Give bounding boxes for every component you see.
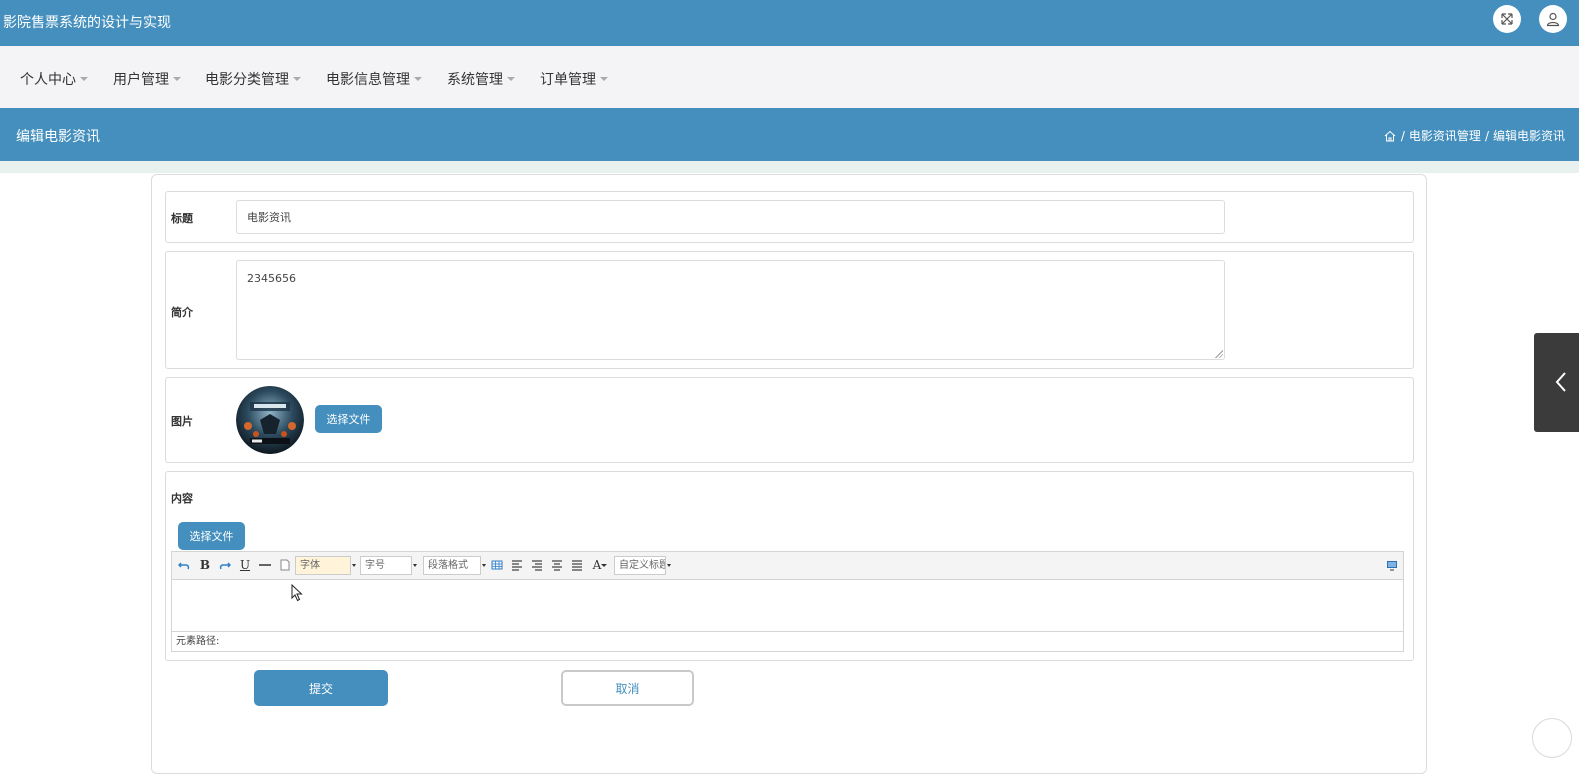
bold-button[interactable]: B <box>198 558 212 572</box>
mouse-cursor-icon <box>291 584 303 602</box>
dropdown-arrow-icon <box>350 557 357 574</box>
nav-item-orders[interactable]: 订单管理 <box>540 69 608 89</box>
movie-poster-thumbnail <box>236 386 304 454</box>
horizontal-rule-icon[interactable] <box>258 558 272 572</box>
image-label: 图片 <box>171 415 193 428</box>
dropdown-arrow-icon <box>665 557 672 574</box>
breadcrumb-parent[interactable]: 电影资讯管理 <box>1409 127 1481 144</box>
rich-text-editor: B U 字体 字号 段落格式 A 自定义标题 元素路径: <box>171 551 1404 652</box>
align-left-icon[interactable] <box>510 558 524 572</box>
summary-text: 2345656 <box>247 272 296 285</box>
caret-down-icon <box>173 77 181 81</box>
breadcrumb-separator: / <box>1400 128 1405 143</box>
content-choose-file-button[interactable]: 选择文件 <box>178 522 245 550</box>
user-icon <box>1546 12 1560 27</box>
font-color-dropdown-icon[interactable] <box>600 558 608 572</box>
cancel-button[interactable]: 取消 <box>561 670 694 706</box>
caret-down-icon <box>414 77 422 81</box>
editor-content-area[interactable] <box>172 580 1403 632</box>
nav-item-movie-category[interactable]: 电影分类管理 <box>205 69 301 89</box>
undo-icon[interactable] <box>177 558 191 572</box>
summary-textarea[interactable]: 2345656 <box>236 260 1225 360</box>
main-nav: 个人中心 用户管理 电影分类管理 电影信息管理 系统管理 订单管理 <box>0 46 1579 108</box>
font-family-select[interactable]: 字体 <box>295 556 356 575</box>
app-title: 影院售票系统的设计与实现 <box>3 15 171 31</box>
summary-label: 简介 <box>171 306 193 319</box>
image-choose-file-button[interactable]: 选择文件 <box>315 405 382 433</box>
breadcrumb-separator: / <box>1484 128 1489 143</box>
page-header: 编辑电影资讯 / 电影资讯管理 / 编辑电影资讯 <box>0 108 1579 161</box>
align-right-icon[interactable] <box>530 558 544 572</box>
align-justify-icon[interactable] <box>570 558 584 572</box>
breadcrumb-current: 编辑电影资讯 <box>1492 129 1565 143</box>
submit-button[interactable]: 提交 <box>254 670 388 706</box>
home-icon[interactable] <box>1384 130 1396 142</box>
align-center-icon[interactable] <box>550 558 564 572</box>
resize-handle[interactable] <box>1215 350 1223 358</box>
underline-button[interactable]: U <box>238 558 252 572</box>
caret-down-icon <box>600 77 608 81</box>
custom-title-select[interactable]: 自定义标题 <box>614 556 671 575</box>
nav-item-personal-center[interactable]: 个人中心 <box>20 69 88 89</box>
table-icon[interactable] <box>490 558 504 572</box>
breadcrumb: / 电影资讯管理 / 编辑电影资讯 <box>1384 127 1569 144</box>
content-label: 内容 <box>171 492 193 505</box>
form-row-summary: 简介 2345656 <box>165 251 1414 369</box>
paragraph-format-select[interactable]: 段落格式 <box>423 556 486 575</box>
form-row-title: 标题 <box>165 191 1414 243</box>
divider-strip <box>0 161 1579 173</box>
nav-item-system[interactable]: 系统管理 <box>447 69 515 89</box>
caret-down-icon <box>507 77 515 81</box>
dropdown-arrow-icon <box>411 557 418 574</box>
element-path-bar: 元素路径: <box>172 631 1403 651</box>
chevron-left-icon <box>1555 372 1566 392</box>
form-row-image: 图片 选择文件 <box>165 377 1414 463</box>
dropdown-arrow-icon <box>480 557 487 574</box>
form-row-content: 内容 选择文件 B U 字体 字号 段落格式 A 自定义标题 元素路径: <box>165 471 1414 661</box>
floating-circle-button[interactable] <box>1532 718 1572 758</box>
fullscreen-button[interactable] <box>1493 5 1521 33</box>
side-panel-toggle[interactable] <box>1534 333 1579 432</box>
page-icon[interactable] <box>278 558 292 572</box>
caret-down-icon <box>293 77 301 81</box>
caret-down-icon <box>80 77 88 81</box>
expand-icon <box>1501 13 1513 25</box>
editor-toolbar: B U 字体 字号 段落格式 A 自定义标题 <box>172 552 1403 580</box>
nav-item-user-management[interactable]: 用户管理 <box>113 69 181 89</box>
font-size-select[interactable]: 字号 <box>360 556 417 575</box>
page-title: 编辑电影资讯 <box>16 129 100 145</box>
user-button[interactable] <box>1539 5 1567 33</box>
title-label: 标题 <box>171 212 193 225</box>
preview-icon[interactable] <box>1385 558 1399 572</box>
nav-item-movie-info[interactable]: 电影信息管理 <box>326 69 422 89</box>
top-bar: 影院售票系统的设计与实现 <box>0 0 1579 46</box>
redo-icon[interactable] <box>218 558 232 572</box>
title-input[interactable] <box>236 200 1225 234</box>
